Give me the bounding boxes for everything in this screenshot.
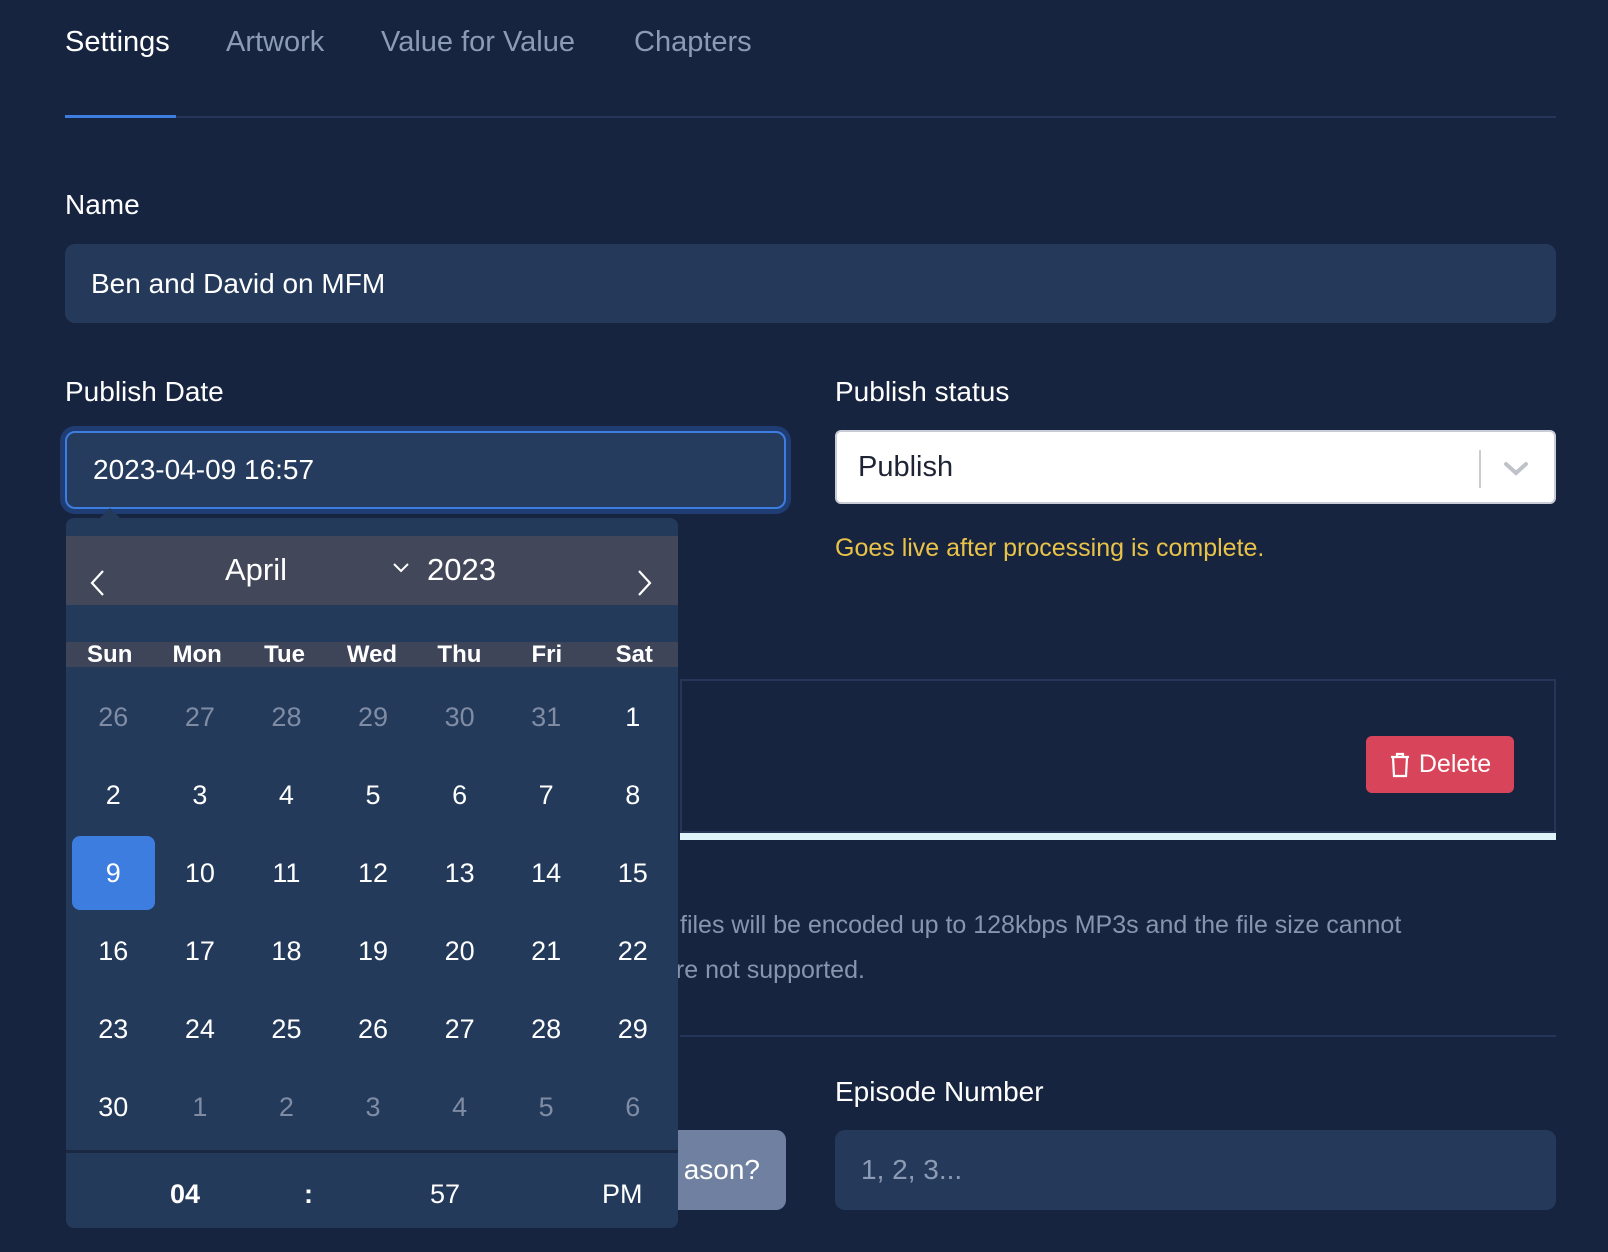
new-season-button[interactable]: ason? <box>660 1130 786 1210</box>
calendar-day[interactable]: 27 <box>159 680 242 754</box>
calendar-week: 23 24 25 26 27 28 29 <box>70 990 676 1068</box>
publish-status-helper: Goes live after processing is complete. <box>835 534 1265 562</box>
tab-divider <box>65 116 1556 118</box>
calendar-week: 2345678 <box>70 756 676 834</box>
calendar-day[interactable]: 4 <box>245 758 328 832</box>
calendar-week: 9 10 11 12 13 14 15 <box>70 834 676 912</box>
calendar-day-selected[interactable]: 9 <box>72 836 155 910</box>
episode-number-input[interactable] <box>835 1130 1556 1210</box>
weekday-label: Wed <box>346 641 398 668</box>
calendar-day[interactable]: 26 <box>332 992 415 1066</box>
weekday-label: Fri <box>531 641 563 668</box>
time-picker: 04 : 57 PM <box>66 1150 678 1228</box>
calendar-day[interactable]: 28 <box>505 992 588 1066</box>
tab-value-for-value[interactable]: Value for Value <box>381 26 575 59</box>
publish-status-value: Publish <box>858 450 954 483</box>
audio-help-line-1: files will be encoded up to 128kbps MP3s… <box>680 911 1402 939</box>
calendar-day[interactable]: 12 <box>332 836 415 910</box>
calendar-day[interactable]: 6 <box>418 758 501 832</box>
section-divider <box>680 1035 1556 1037</box>
calendar-week: 26 27 28 29 30 31 1 <box>70 678 676 756</box>
calendar-day[interactable]: 21 <box>505 914 588 988</box>
chevron-left-icon[interactable] <box>88 568 108 598</box>
calendar-day[interactable]: 22 <box>591 914 674 988</box>
weekday-label: Thu <box>437 641 482 668</box>
calendar-day[interactable]: 29 <box>332 680 415 754</box>
calendar-day[interactable]: 2 <box>245 1070 328 1144</box>
tab-artwork[interactable]: Artwork <box>226 26 324 59</box>
delete-label: Delete <box>1418 750 1492 778</box>
weekday-label: Tue <box>264 641 305 668</box>
calendar-day[interactable]: 6 <box>591 1070 674 1144</box>
calendar-day[interactable]: 17 <box>159 914 242 988</box>
chevron-down-icon[interactable] <box>1502 454 1530 482</box>
month-select[interactable]: April <box>225 552 287 588</box>
audio-help-line-2: are not supported. <box>662 956 865 984</box>
episode-number-label: Episode Number <box>835 1076 1044 1107</box>
calendar-day[interactable]: 27 <box>418 992 501 1066</box>
name-input[interactable]: Ben and David on MFM <box>65 244 1556 323</box>
calendar-day[interactable]: 13 <box>418 836 501 910</box>
calendar-header: April 2023 <box>66 536 678 605</box>
weekday-header: Sun Mon Tue Wed Thu Fri Sat <box>66 641 678 668</box>
upload-progress-bar <box>680 833 1556 840</box>
minute-input[interactable]: 57 <box>430 1179 460 1210</box>
calendar-day[interactable]: 29 <box>591 992 674 1066</box>
publish-date-input[interactable]: 2023-04-09 16:57 <box>65 431 786 509</box>
trash-icon <box>1390 752 1409 777</box>
calendar-day[interactable]: 31 <box>505 680 588 754</box>
tab-settings[interactable]: Settings <box>65 26 170 59</box>
calendar-week: 16 17 18 19 20 21 22 <box>70 912 676 990</box>
delete-button[interactable]: Delete <box>1366 736 1514 793</box>
calendar-day[interactable]: 15 <box>591 836 674 910</box>
calendar-week: 30 1 2 3 4 5 6 <box>70 1068 676 1146</box>
calendar-day[interactable]: 30 <box>418 680 501 754</box>
calendar-day[interactable]: 1 <box>159 1070 242 1144</box>
calendar-day[interactable]: 24 <box>159 992 242 1066</box>
publish-date-label: Publish Date <box>65 376 224 407</box>
active-tab-indicator <box>65 115 176 118</box>
publish-status-label: Publish status <box>835 376 1010 407</box>
calendar-caret <box>100 508 120 518</box>
calendar-day[interactable]: 26 <box>72 680 155 754</box>
calendar-days: 26 27 28 29 30 31 1 2 3 4 5 6 7 8 9 10 11 12 13 14 15 16 17 18 1… <box>70 678 676 1146</box>
calendar-day[interactable]: 5 <box>505 1070 588 1144</box>
calendar-day[interactable]: 11 <box>245 836 328 910</box>
chevron-right-icon[interactable] <box>634 568 654 598</box>
calendar-day[interactable]: 8 <box>591 758 674 832</box>
calendar-day[interactable]: 16 <box>72 914 155 988</box>
calendar-day[interactable]: 14 <box>505 836 588 910</box>
date-picker: April 2023 Sun Mon Tue Wed Thu Fri Sat 2… <box>66 518 678 1228</box>
calendar-day[interactable]: 10 <box>159 836 242 910</box>
hour-input[interactable]: 04 <box>170 1179 200 1210</box>
ampm-toggle[interactable]: PM <box>602 1179 643 1210</box>
calendar-day[interactable]: 20 <box>418 914 501 988</box>
tab-chapters[interactable]: Chapters <box>634 26 752 59</box>
calendar-day[interactable]: 3 <box>332 1070 415 1144</box>
calendar-day[interactable]: 23 <box>72 992 155 1066</box>
calendar-day[interactable]: 30 <box>72 1070 155 1144</box>
calendar-day[interactable]: 18 <box>245 914 328 988</box>
calendar-day[interactable]: 2 <box>72 758 155 832</box>
calendar-day[interactable]: 5 <box>332 758 415 832</box>
calendar-day[interactable]: 4 <box>418 1070 501 1144</box>
time-separator: : <box>304 1179 313 1209</box>
weekday-label: Sat <box>615 641 653 668</box>
select-separator <box>1479 450 1481 488</box>
name-label: Name <box>65 189 140 220</box>
chevron-down-icon[interactable] <box>392 562 410 574</box>
calendar-day[interactable]: 1 <box>591 680 674 754</box>
publish-status-select[interactable]: Publish <box>835 430 1556 504</box>
calendar-day[interactable]: 3 <box>159 758 242 832</box>
calendar-day[interactable]: 19 <box>332 914 415 988</box>
calendar-day[interactable]: 28 <box>245 680 328 754</box>
calendar-day[interactable]: 25 <box>245 992 328 1066</box>
year-input[interactable]: 2023 <box>427 552 496 588</box>
weekday-label: Sun <box>87 641 133 668</box>
calendar-day[interactable]: 7 <box>505 758 588 832</box>
weekday-label: Mon <box>172 641 222 668</box>
